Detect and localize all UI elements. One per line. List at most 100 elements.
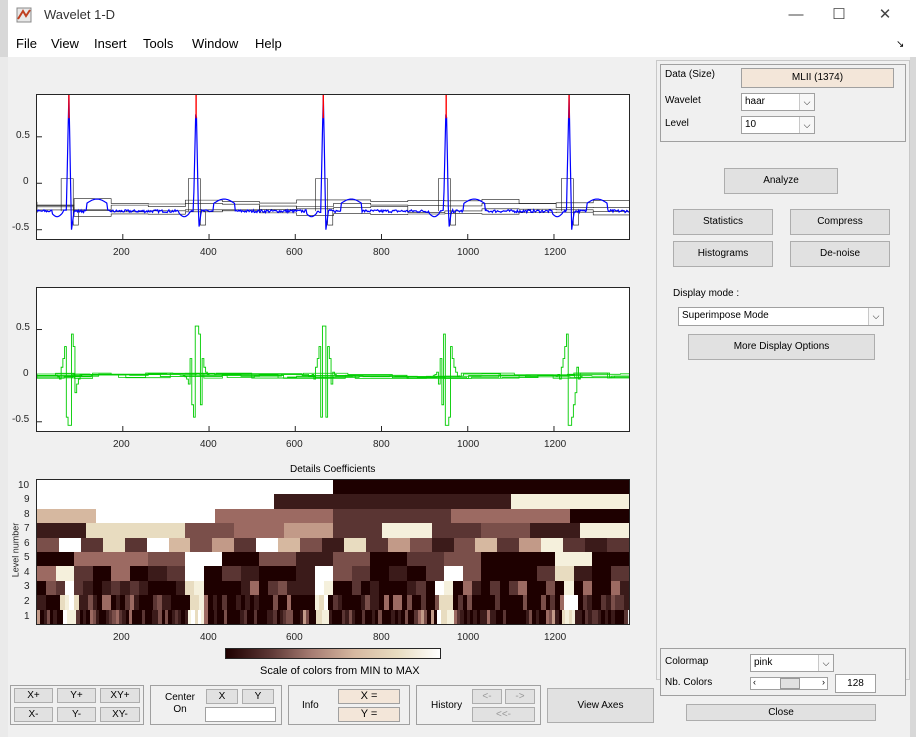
menu-tools[interactable]: Tools — [143, 36, 173, 51]
heatmap-cell — [130, 566, 149, 580]
heatmap-cell — [352, 581, 361, 595]
wavelet-select[interactable]: haar ⌵ — [741, 93, 815, 111]
heatmap-cell — [472, 581, 481, 595]
y-tick: 0.5 — [16, 130, 30, 141]
zoom-x-plus-button[interactable]: X+ — [14, 688, 53, 703]
nb-colors-input[interactable]: 128 — [835, 674, 876, 693]
zoom-x-minus-button[interactable]: X- — [14, 707, 53, 722]
menu-help[interactable]: Help — [255, 36, 282, 51]
menu-view[interactable]: View — [51, 36, 79, 51]
info-y-readout: Y = — [338, 707, 400, 722]
coefficients-heatmap[interactable] — [36, 479, 630, 625]
heatmap-cell — [259, 566, 278, 580]
x-tick: 1000 — [457, 247, 479, 258]
heatmap-cell — [59, 538, 81, 552]
right-panel — [656, 60, 910, 680]
slider-thumb[interactable] — [780, 678, 800, 689]
heatmap-cell — [333, 509, 392, 523]
heatmap-cell — [155, 509, 214, 523]
heatmap-cell — [96, 509, 155, 523]
heatmap-row — [37, 494, 629, 508]
nb-colors-slider[interactable]: ‹ › — [750, 677, 828, 690]
close-button[interactable]: Close — [686, 704, 876, 721]
heatmap-cell — [176, 581, 185, 595]
history-reset-button[interactable]: <<- — [472, 707, 535, 722]
heatmap-cell — [416, 581, 425, 595]
compress-button[interactable]: Compress — [790, 209, 890, 235]
y-tick: 0.5 — [16, 322, 30, 333]
heatmap-cell — [215, 494, 274, 508]
zoom-y-plus-button[interactable]: Y+ — [57, 688, 96, 703]
heatmap-cell — [83, 581, 92, 595]
display-mode-select[interactable]: Superimpose Mode ⌵ — [678, 307, 884, 326]
heatmap-cell — [607, 538, 629, 552]
heatmap-cell — [130, 581, 139, 595]
heatmap-cell — [389, 581, 398, 595]
denoise-button[interactable]: De-noise — [790, 241, 890, 267]
heatmap-cell — [102, 581, 111, 595]
menu-file[interactable]: File — [16, 36, 37, 51]
heatmap-cell — [570, 480, 629, 494]
zoom-xy-minus-button[interactable]: XY- — [100, 707, 140, 722]
heatmap-cell — [563, 538, 585, 552]
analyze-button[interactable]: Analyze — [724, 168, 838, 194]
heatmap-cell — [111, 552, 148, 566]
colormap-select[interactable]: pink ⌵ — [750, 654, 834, 672]
display-mode-value: Superimpose Mode — [682, 310, 769, 321]
x-tick: 1000 — [457, 439, 479, 450]
colorbar-label: Scale of colors from MIN to MAX — [260, 665, 420, 677]
heatmap-cell — [519, 538, 541, 552]
center-input[interactable] — [205, 707, 276, 722]
heatmap-cell — [185, 523, 234, 537]
zoom-xy-plus-button[interactable]: XY+ — [100, 688, 140, 703]
background-window-strip — [0, 57, 8, 737]
heatmap-cell — [490, 581, 499, 595]
heatmap-cell — [222, 552, 259, 566]
minimize-button[interactable]: — — [774, 4, 818, 26]
detail-burst — [183, 326, 209, 417]
close-window-button[interactable]: ✕ — [863, 4, 907, 26]
heatmap-cell — [296, 581, 305, 595]
heatmap-cell — [407, 552, 444, 566]
heatmap-cell — [344, 538, 366, 552]
chevron-left-icon[interactable]: ‹ — [753, 677, 756, 687]
dock-arrow-icon[interactable]: ↘ — [896, 39, 904, 50]
statistics-button[interactable]: Statistics — [673, 209, 773, 235]
y-tick: 1 — [24, 611, 30, 622]
heatmap-cell — [278, 538, 300, 552]
heatmap-cell — [444, 552, 481, 566]
center-y-button[interactable]: Y — [242, 689, 274, 704]
heatmap-cell — [148, 566, 167, 580]
histograms-button[interactable]: Histograms — [673, 241, 773, 267]
details-axes[interactable] — [36, 287, 630, 432]
y-tick: 6 — [24, 538, 30, 549]
detail-lines — [37, 326, 629, 425]
heatmap-cell — [204, 566, 223, 580]
menu-insert[interactable]: Insert — [94, 36, 127, 51]
signal-axes[interactable] — [36, 94, 630, 240]
level-label: Level — [665, 118, 689, 129]
heatmap-cell — [475, 538, 497, 552]
heatmap-cell — [570, 509, 629, 523]
chevron-right-icon[interactable]: › — [822, 677, 825, 687]
menu-window[interactable]: Window — [192, 36, 238, 51]
history-back-button[interactable]: <- — [472, 689, 502, 704]
view-axes-button[interactable]: View Axes — [547, 688, 654, 723]
history-forward-button[interactable]: -> — [505, 689, 535, 704]
heatmap-cell — [300, 538, 322, 552]
heatmap-cell — [426, 566, 445, 580]
heatmap-cell — [481, 581, 490, 595]
maximize-button[interactable]: ☐ — [817, 4, 861, 26]
center-x-button[interactable]: X — [206, 689, 238, 704]
level-select[interactable]: 10 ⌵ — [741, 116, 815, 134]
more-display-options-button[interactable]: More Display Options — [688, 334, 875, 360]
heatmap-cell — [481, 552, 518, 566]
wavelet-label: Wavelet — [665, 95, 701, 106]
zoom-y-minus-button[interactable]: Y- — [57, 707, 96, 722]
x-tick: 200 — [113, 632, 130, 643]
chevron-down-icon: ⌵ — [799, 94, 814, 110]
heatmap-cell — [388, 538, 410, 552]
heatmap-cell — [333, 523, 382, 537]
heatmap-cell — [37, 538, 59, 552]
heatmap-cell — [527, 581, 536, 595]
